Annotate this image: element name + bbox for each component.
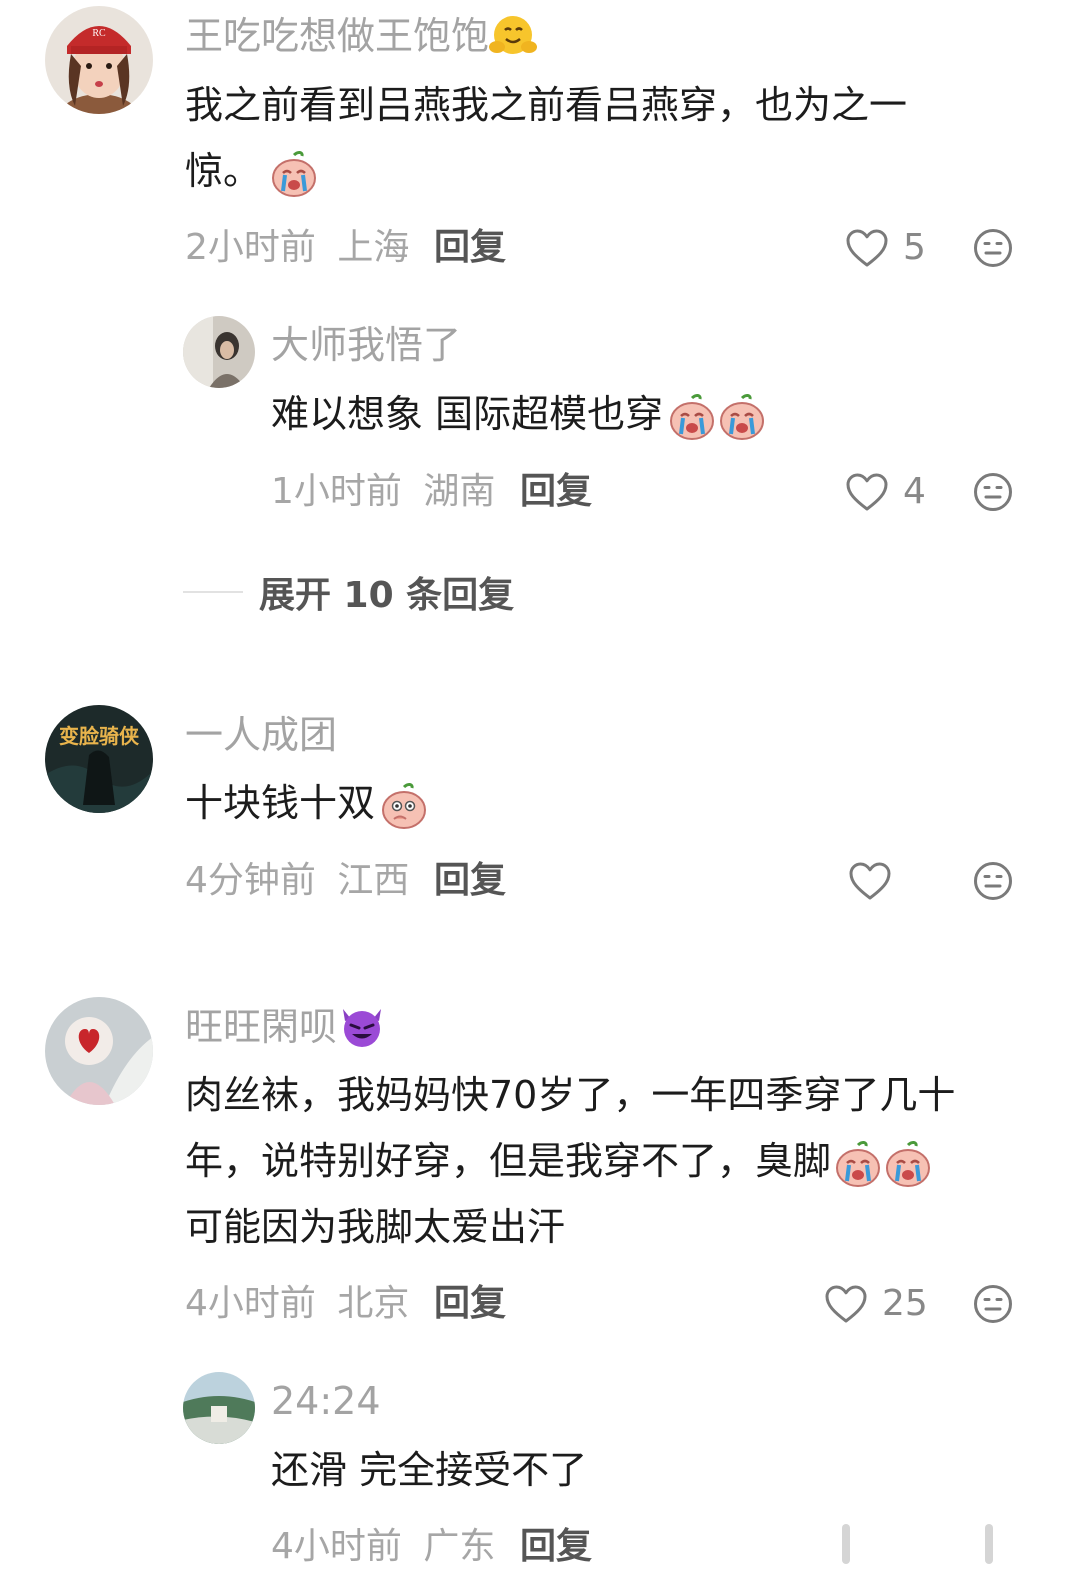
- crying-peach-emoji: [269, 149, 319, 199]
- comment-text: 肉丝袜，我妈妈快70岁了，一年四季穿了几十 年，说特别好穿，但是我穿不了，臭脚 …: [185, 1062, 955, 1260]
- comment-meta: 4小时前 广东: [271, 1529, 495, 1565]
- user-avatar[interactable]: RC: [45, 6, 153, 114]
- comment-text: 我之前看到吕燕我之前看吕燕穿，也为之一 惊。: [185, 72, 907, 204]
- comment-location: 江西: [337, 860, 410, 901]
- comment-location: 上海: [337, 227, 410, 268]
- comment-text-line: 可能因为我脚太爱出汗: [185, 1205, 566, 1249]
- reply-button[interactable]: 回复: [520, 474, 592, 510]
- comment-time: 1小时前: [271, 471, 402, 512]
- comment-text-line: 十块钱十双: [185, 781, 376, 825]
- like-button-partial[interactable]: [842, 1524, 850, 1564]
- dislike-icon[interactable]: [973, 1284, 1013, 1324]
- reply-button[interactable]: 回复: [434, 863, 506, 899]
- comment-meta: 2小时前 上海: [185, 230, 409, 266]
- expand-replies-button[interactable]: 展开 10 条回复: [183, 566, 514, 618]
- username[interactable]: 24:24: [271, 1382, 381, 1420]
- dislike-icon[interactable]: [973, 472, 1013, 512]
- comment-text: 十块钱十双: [185, 770, 429, 836]
- comment-time: 4小时前: [271, 1526, 402, 1567]
- dislike-icon[interactable]: [973, 861, 1013, 901]
- smiling-devil-emoji: [343, 1008, 382, 1047]
- comment-text-line: 年，说特别好穿，但是我穿不了，臭脚: [185, 1139, 832, 1183]
- heart-icon: [824, 1284, 868, 1324]
- comment-text-line: 惊。: [185, 149, 262, 193]
- comment-meta: 4小时前 北京: [185, 1286, 409, 1322]
- user-avatar[interactable]: [183, 1372, 255, 1444]
- comment-meta: 4分钟前 江西: [185, 863, 409, 899]
- expand-replies-label: 展开 10 条回复: [259, 575, 515, 616]
- comment-text-line: 还滑 完全接受不了: [271, 1448, 588, 1492]
- username[interactable]: 一人成团: [185, 716, 337, 754]
- comment-text-line: 我之前看到吕燕我之前看吕燕穿，也为之一: [185, 83, 908, 127]
- reply-button[interactable]: 回复: [520, 1529, 592, 1565]
- divider: [183, 591, 243, 593]
- reply-button[interactable]: 回复: [434, 230, 506, 266]
- crying-peach-emoji: [667, 392, 717, 442]
- dislike-button-partial[interactable]: [985, 1524, 993, 1564]
- like-button[interactable]: 25: [824, 1284, 928, 1324]
- comment-text-line: 难以想象 国际超模也穿: [271, 392, 664, 436]
- user-avatar[interactable]: [183, 316, 255, 388]
- like-button[interactable]: 4: [845, 472, 926, 512]
- comment-time: 2小时前: [185, 227, 316, 268]
- heart-icon: [848, 861, 892, 901]
- comment-time: 4分钟前: [185, 860, 316, 901]
- like-count: 4: [903, 471, 926, 512]
- crying-peach-emoji: [833, 1139, 883, 1189]
- comment-text: 难以想象 国际超模也穿: [271, 381, 767, 447]
- username-text[interactable]: 旺旺閑呗: [185, 1005, 337, 1049]
- svg-text:RC: RC: [92, 28, 106, 39]
- comment-meta: 1小时前 湖南: [271, 474, 495, 510]
- username-text[interactable]: 王吃吃想做王饱饱: [185, 14, 489, 58]
- reply-button[interactable]: 回复: [434, 1286, 506, 1322]
- comment-time: 4小时前: [185, 1283, 316, 1324]
- comment-location: 北京: [337, 1283, 410, 1324]
- dislike-icon[interactable]: [973, 228, 1013, 268]
- username[interactable]: 王吃吃想做王饱饱: [185, 14, 538, 58]
- like-count: 25: [882, 1283, 928, 1324]
- like-button[interactable]: [848, 861, 906, 901]
- comment-location: 广东: [423, 1526, 496, 1567]
- user-avatar[interactable]: [45, 997, 153, 1105]
- avatar-title-text: 变脸骑侠: [59, 724, 140, 748]
- hugging-face-emoji: [489, 15, 538, 54]
- crying-peach-emoji: [883, 1139, 933, 1189]
- heart-icon: [845, 472, 889, 512]
- username[interactable]: 旺旺閑呗: [185, 1008, 387, 1049]
- comment-location: 湖南: [423, 471, 496, 512]
- username[interactable]: 大师我悟了: [271, 326, 461, 364]
- crying-peach-emoji: [717, 392, 767, 442]
- like-count: 5: [903, 227, 926, 268]
- comment-text: 还滑 完全接受不了: [271, 1437, 587, 1503]
- shy-peach-emoji: [379, 781, 429, 831]
- comment-text-line: 肉丝袜，我妈妈快70岁了，一年四季穿了几十: [185, 1073, 956, 1117]
- user-avatar[interactable]: 变脸骑侠: [45, 705, 153, 813]
- heart-icon: [845, 228, 889, 268]
- like-button[interactable]: 5: [845, 228, 926, 268]
